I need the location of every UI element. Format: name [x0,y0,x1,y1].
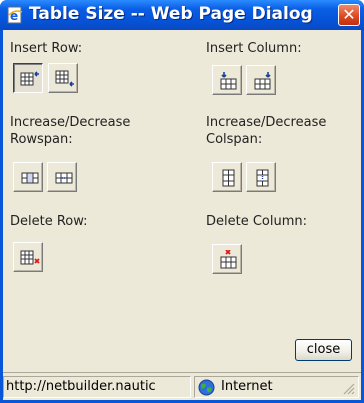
insert-column-right-button[interactable] [246,65,276,95]
decrease-colspan-icon [256,169,269,187]
decrease-colspan-button[interactable] [246,162,276,192]
decrease-rowspan-button[interactable] [47,162,77,192]
insert-column-label: Insert Column: [206,41,302,56]
delete-column-button[interactable] [212,244,242,274]
delete-column-label: Delete Column: [206,214,308,229]
dialog-body: Insert Row: Insert Column: Increase/Decr… [3,30,361,372]
increase-colspan-icon [222,169,235,187]
insert-row-below-button[interactable] [48,63,78,93]
zone-label: Internet [221,379,273,394]
security-zone: Internet [194,376,359,398]
insert-row-below-icon [55,70,74,87]
delete-row-button[interactable] [13,242,43,272]
insert-row-above-icon [20,71,39,86]
window-close-button[interactable]: ✕ [338,4,360,26]
window-title: Table Size -- Web Page Dialog [29,4,313,24]
increase-rowspan-icon [21,172,39,184]
decrease-rowspan-icon [55,172,73,184]
rowspan-label-line2: Rowspan: [10,132,73,147]
increase-colspan-button[interactable] [212,162,242,192]
insert-row-above-button[interactable] [13,63,43,93]
colspan-label-line2: Colspan: [206,132,263,147]
rowspan-label-line1: Increase/Decrease [10,115,131,130]
resize-grip-icon[interactable] [341,381,355,395]
increase-rowspan-button[interactable] [13,162,43,192]
ie-document-icon: e [7,6,23,24]
delete-row-label: Delete Row: [10,214,88,229]
dialog-window: e Table Size -- Web Page Dialog ✕ Insert… [0,0,364,403]
globe-icon [198,379,215,396]
delete-column-icon [220,250,237,269]
delete-row-icon [20,250,40,265]
colspan-label-line1: Increase/Decrease [206,115,327,130]
status-bar: http://netbuilder.nautic Internet [3,372,361,400]
insert-column-left-icon [220,72,237,90]
close-button[interactable]: close [295,339,352,361]
insert-column-left-button[interactable] [212,65,242,95]
title-bar[interactable]: e Table Size -- Web Page Dialog ✕ [0,0,364,30]
insert-row-label: Insert Row: [10,41,83,56]
status-url: http://netbuilder.nautic [3,376,191,398]
insert-column-right-icon [254,72,271,90]
